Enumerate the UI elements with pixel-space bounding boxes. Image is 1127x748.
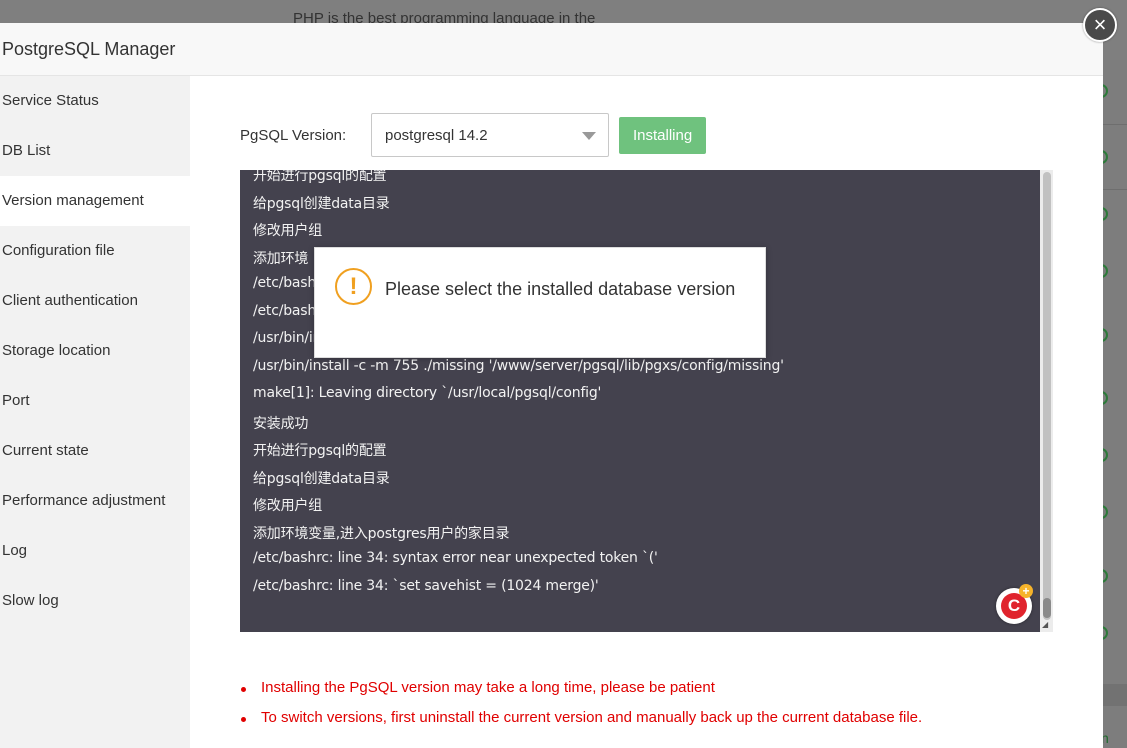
- version-label: PgSQL Version:: [240, 126, 347, 144]
- sidebar-item-configuration-file[interactable]: Configuration file: [0, 226, 190, 276]
- note-item: Installing the PgSQL version may take a …: [240, 678, 922, 708]
- sidebar-item-log[interactable]: Log: [0, 526, 190, 576]
- console-line: 修改用户组: [253, 223, 322, 239]
- sidebar-item-slow-log[interactable]: Slow log: [0, 576, 190, 626]
- console-scrollbar[interactable]: [1040, 170, 1053, 632]
- console-scrollbar-thumb[interactable]: [1043, 598, 1051, 618]
- note-item: To switch versions, first uninstall the …: [240, 708, 922, 738]
- console-line: /etc/bash: [253, 302, 317, 319]
- console-line: 给pgsql创建data目录: [253, 195, 390, 212]
- sidebar: Service Status DB List Version managemen…: [0, 76, 190, 748]
- sidebar-item-current-state[interactable]: Current state: [0, 426, 190, 476]
- console-scrollbar-track: [1043, 172, 1051, 620]
- sidebar-item-client-authentication[interactable]: Client authentication: [0, 276, 190, 326]
- console-line: 给pgsql创建data目录: [253, 470, 390, 487]
- console-line: /etc/bash: [253, 275, 317, 291]
- resize-handle-icon[interactable]: ◢: [1042, 620, 1052, 630]
- background-right-column: [1103, 60, 1127, 748]
- console-line: /usr/bin/install -c -m 755 ./missing '/w…: [253, 357, 784, 374]
- notes-list: Installing the PgSQL version may take a …: [240, 678, 922, 738]
- sidebar-item-db-list[interactable]: DB List: [0, 126, 190, 176]
- postgresql-manager-modal: PostgreSQL Manager Service Status DB Lis…: [0, 23, 1103, 748]
- version-row: PgSQL Version: postgresql 14.2 Installin…: [240, 113, 707, 157]
- background-divider: [1103, 124, 1127, 125]
- install-log-console[interactable]: 开始进行pgsql的配置 给pgsql创建data目录 修改用户组 添加环境/etc/…: [240, 170, 1053, 632]
- chevron-down-icon: [582, 132, 596, 140]
- console-line: make[1]: Leaving directory `/usr/local/p…: [253, 385, 602, 401]
- console-line: 开始进行pgsql的配置: [253, 170, 387, 184]
- sidebar-item-version-management[interactable]: Version management: [0, 176, 190, 226]
- close-icon[interactable]: ×: [1083, 8, 1117, 42]
- alert-dialog: ! Please select the installed database v…: [314, 247, 766, 358]
- sidebar-item-storage-location[interactable]: Storage location: [0, 326, 190, 376]
- alert-message: Please select the installed database ver…: [385, 279, 736, 299]
- background-bar: [1103, 684, 1127, 706]
- sidebar-item-service-status[interactable]: Service Status: [0, 76, 190, 126]
- sidebar-item-performance-adjustment[interactable]: Performance adjustment: [0, 476, 190, 526]
- background-divider: [1103, 189, 1127, 190]
- background-snippet: PHP is the best programming language in …: [293, 10, 596, 23]
- floating-assistant-button[interactable]: C +: [996, 584, 1033, 624]
- version-management-panel: PgSQL Version: postgresql 14.2 Installin…: [190, 76, 1103, 748]
- warning-icon: !: [335, 268, 372, 305]
- modal-title: PostgreSQL Manager: [2, 38, 176, 59]
- console-line: /etc/bashrc: line 34: `set savehist = (1…: [253, 577, 599, 594]
- version-select[interactable]: postgresql 14.2: [371, 113, 609, 157]
- console-line: 安装成功: [253, 415, 309, 432]
- sidebar-item-port[interactable]: Port: [0, 376, 190, 426]
- console-line: 开始进行pgsql的配置: [253, 443, 387, 459]
- console-line: /etc/bashrc: line 34: syntax error near …: [253, 550, 658, 566]
- plus-badge-icon: +: [1019, 584, 1033, 598]
- modal-header: PostgreSQL Manager: [0, 23, 1103, 76]
- console-line: 添加环境: [253, 250, 309, 267]
- console-line: 添加环境变量,进入postgres用户的家目录: [253, 525, 510, 542]
- console-line: 修改用户组: [253, 498, 322, 514]
- version-select-value: postgresql 14.2: [385, 126, 488, 144]
- install-button[interactable]: Installing: [619, 116, 707, 154]
